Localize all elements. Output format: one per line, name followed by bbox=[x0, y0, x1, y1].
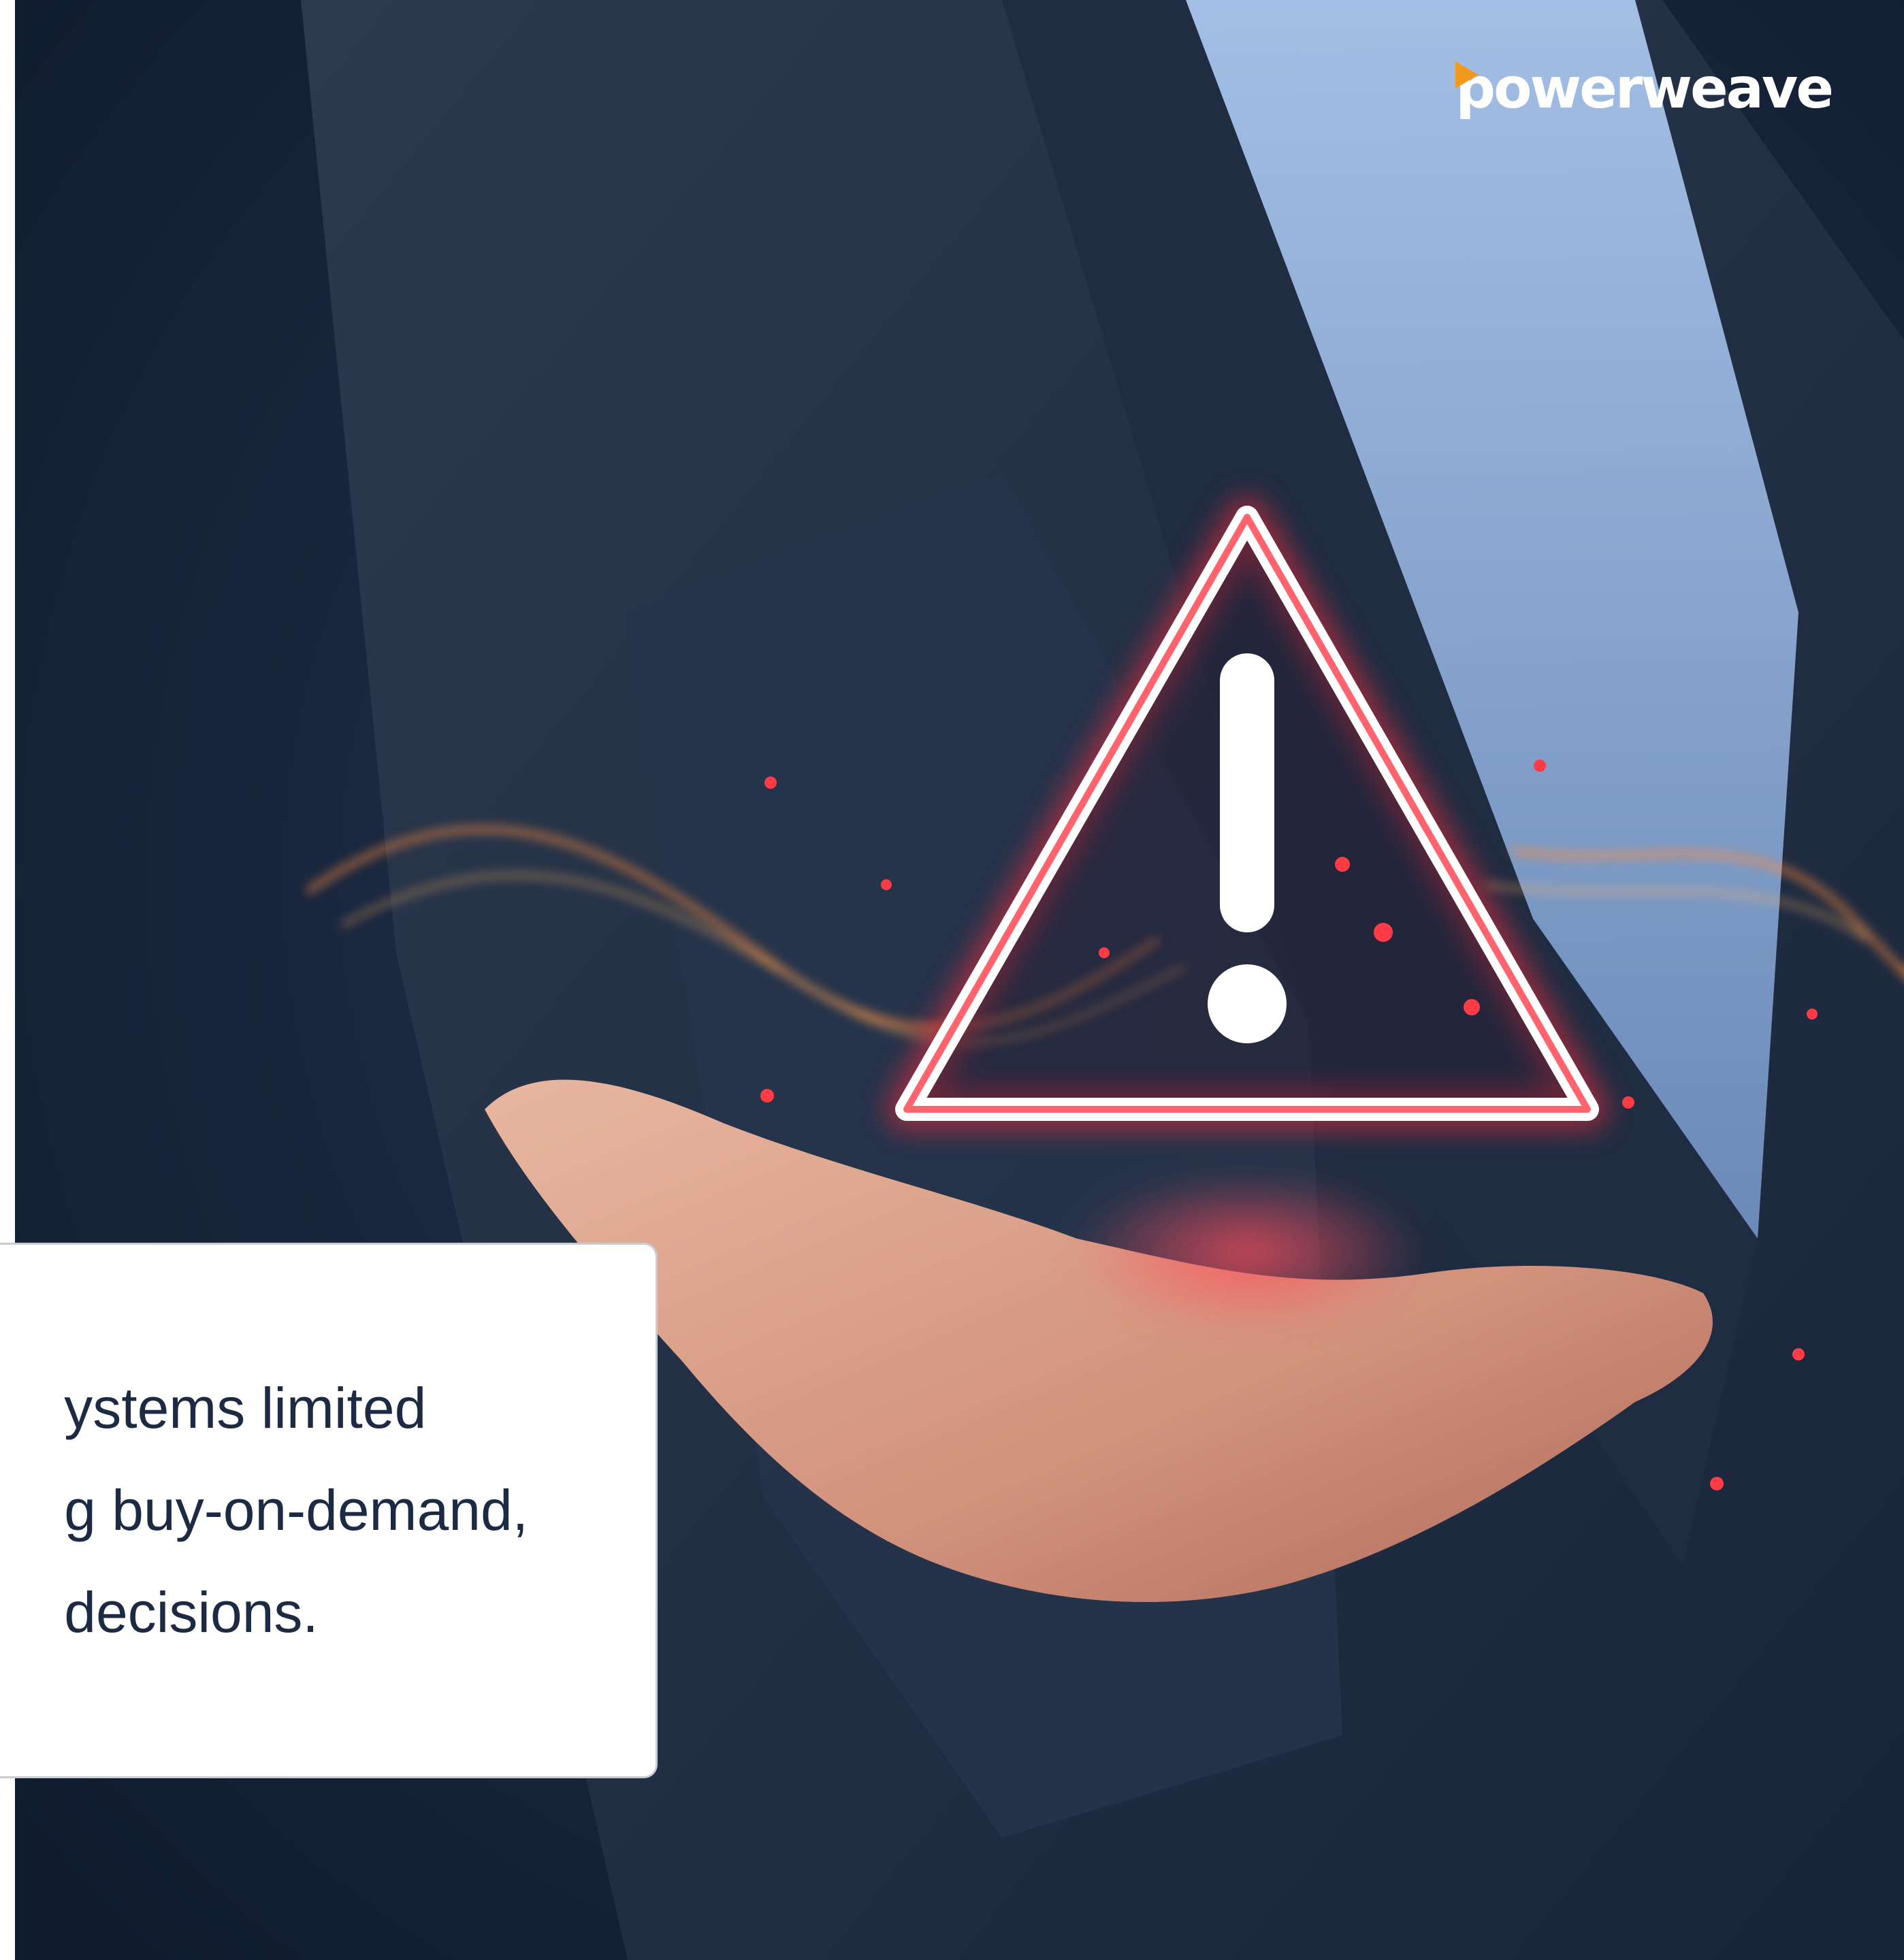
logo-arrow-icon bbox=[1455, 61, 1479, 88]
logo-wordmark: powerweave bbox=[1455, 56, 1834, 121]
red-glow bbox=[1070, 1171, 1424, 1334]
page: powerweave ystems limited g buy-on-deman… bbox=[0, 0, 1904, 1960]
callout-line-1: ystems limited bbox=[64, 1376, 427, 1440]
callout-line-2: g buy-on-demand, bbox=[64, 1478, 528, 1542]
powerweave-logo: powerweave bbox=[1455, 56, 1834, 121]
exclamation-bar bbox=[1220, 653, 1274, 932]
callout-line-3: decisions. bbox=[64, 1580, 319, 1644]
callout-text: ystems limited g buy-on-demand, decision… bbox=[64, 1357, 656, 1663]
text-callout-card: ystems limited g buy-on-demand, decision… bbox=[0, 1243, 658, 1778]
exclamation-dot bbox=[1208, 964, 1287, 1043]
